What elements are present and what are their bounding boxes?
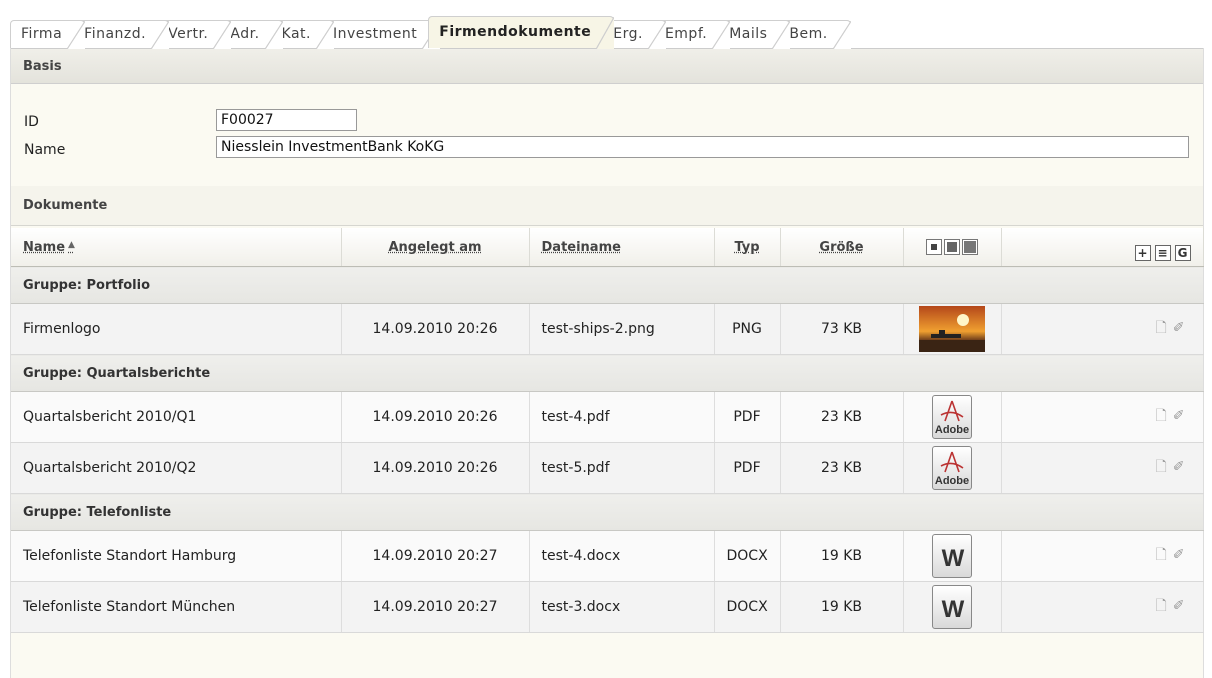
basis-section-header: Basis — [11, 48, 1203, 84]
document-icon[interactable]: 🗋 — [1156, 320, 1173, 336]
edit-pen-icon[interactable]: ✐ — [1173, 320, 1191, 336]
documents-panel: Basis ID Name Dokumente Name▲ Angelegt a… — [10, 48, 1204, 678]
sort-ascending-icon: ▲ — [68, 239, 75, 250]
document-icon[interactable]: 🗋 — [1156, 459, 1173, 475]
add-plus-icon[interactable]: + — [1134, 244, 1151, 261]
cell-filename: test-4.docx — [529, 530, 715, 582]
cell-actions: 🗋✐ — [1001, 530, 1204, 582]
cell-name: Telefonliste Standort München — [11, 581, 342, 633]
document-icon[interactable]: 🗋 — [1156, 598, 1173, 614]
table-row[interactable]: Telefonliste Standort Hamburg 14.09.2010 … — [11, 530, 1204, 582]
document-icon[interactable]: 🗋 — [1156, 408, 1173, 424]
cell-type: PNG — [714, 303, 781, 355]
name-field[interactable] — [216, 136, 1189, 158]
cell-filename: test-5.pdf — [529, 442, 715, 494]
cell-type: DOCX — [714, 581, 781, 633]
cell-name: Firmenlogo — [11, 303, 342, 355]
column-header-type[interactable]: Typ — [714, 228, 781, 267]
word-icon-text: W — [941, 596, 965, 623]
column-header-size[interactable]: Größe — [780, 228, 904, 267]
cell-filename: test-ships-2.png — [529, 303, 715, 355]
cell-size: 23 KB — [780, 442, 904, 494]
cell-size: 73 KB — [780, 303, 904, 355]
column-header-preview — [903, 228, 1002, 267]
column-header-actions: + ≡ G — [1001, 228, 1204, 267]
documents-table-body: Gruppe: Portfolio Firmenlogo 14.09.2010 20… — [11, 266, 1204, 633]
cell-actions: 🗋✐ — [1001, 581, 1204, 633]
tab-bar: Firma Finanzd. Vertr. Adr. Kat. Investment Fir… — [0, 0, 1212, 49]
header-tools: + ≡ G — [1134, 244, 1191, 261]
column-header-name[interactable]: Name ▲ — [11, 228, 342, 267]
adobe-icon-text: Adobe — [934, 424, 970, 436]
edit-pen-icon[interactable]: ✐ — [1173, 547, 1191, 563]
table-row[interactable]: Quartalsbericht 2010/Q1 14.09.2010 20:26 t… — [11, 391, 1204, 443]
group-label: Gruppe: Quartalsberichte — [11, 354, 1203, 392]
tab-finanzd[interactable]: Finanzd. — [73, 20, 170, 49]
cell-created: 14.09.2010 20:26 — [341, 391, 530, 443]
cell-preview — [903, 303, 1002, 355]
word-icon-text: W — [941, 545, 965, 572]
edit-pen-icon[interactable]: ✐ — [1173, 408, 1191, 424]
cell-size: 19 KB — [780, 581, 904, 633]
table-row[interactable]: Telefonliste Standort München 14.09.2010 … — [11, 581, 1204, 633]
documents-table: Name ▲ Angelegt am Dateiname Typ Größe + … — [11, 228, 1204, 633]
cell-size: 19 KB — [780, 530, 904, 582]
group-row[interactable]: Gruppe: Portfolio — [11, 266, 1203, 304]
cell-preview: W — [903, 530, 1002, 582]
adobe-icon-text: Adobe — [934, 475, 970, 487]
column-header-name-label: Name — [23, 239, 66, 255]
tab-strip: Firma Finanzd. Vertr. Adr. Kat. Investment Fir… — [10, 16, 852, 49]
tab-firmendokumente[interactable]: Firmendokumente — [428, 16, 615, 49]
cell-type: PDF — [714, 442, 781, 494]
edit-pen-icon[interactable]: ✐ — [1173, 598, 1191, 614]
medium-thumbnail-icon[interactable] — [944, 239, 960, 255]
group-row[interactable]: Gruppe: Telefonliste — [11, 493, 1203, 531]
cell-preview: Adobe — [903, 391, 1002, 443]
group-label: Gruppe: Telefonliste — [11, 493, 1203, 531]
column-header-filename[interactable]: Dateiname — [529, 228, 715, 267]
document-icon[interactable]: 🗋 — [1156, 547, 1173, 563]
cell-actions: 🗋✐ — [1001, 391, 1204, 443]
edit-pen-icon[interactable]: ✐ — [1173, 459, 1191, 475]
group-label: Gruppe: Portfolio — [11, 266, 1203, 304]
cell-size: 23 KB — [780, 391, 904, 443]
cell-name: Quartalsbericht 2010/Q1 — [11, 391, 342, 443]
id-field[interactable] — [216, 109, 357, 131]
cell-type: PDF — [714, 391, 781, 443]
table-row[interactable]: Firmenlogo 14.09.2010 20:26 test-ships-2.p… — [11, 303, 1204, 355]
cell-preview: Adobe — [903, 442, 1002, 494]
word-doc-icon[interactable]: W — [932, 534, 972, 578]
cell-preview: W — [903, 581, 1002, 633]
cell-filename: test-4.pdf — [529, 391, 715, 443]
thumbnail-size-switcher — [926, 239, 978, 255]
cell-created: 14.09.2010 20:26 — [341, 442, 530, 494]
list-view-icon[interactable]: ≡ — [1154, 244, 1171, 261]
table-row[interactable]: Quartalsbericht 2010/Q2 14.09.2010 20:26 t… — [11, 442, 1204, 494]
tab-firma[interactable]: Firma — [10, 20, 86, 49]
ships-image-thumbnail[interactable] — [919, 306, 985, 352]
cell-type: DOCX — [714, 530, 781, 582]
id-label: ID — [24, 114, 39, 130]
small-thumbnail-icon[interactable] — [926, 239, 942, 255]
table-header-row: Name ▲ Angelegt am Dateiname Typ Größe + … — [11, 228, 1204, 267]
adobe-pdf-icon[interactable]: Adobe — [932, 446, 972, 490]
name-label: Name — [24, 142, 66, 158]
word-doc-icon[interactable]: W — [932, 585, 972, 629]
cell-actions: 🗋✐ — [1001, 442, 1204, 494]
cell-actions: 🗋✐ — [1001, 303, 1204, 355]
group-g-icon[interactable]: G — [1174, 244, 1191, 261]
column-header-created[interactable]: Angelegt am — [341, 228, 530, 267]
cell-created: 14.09.2010 20:27 — [341, 530, 530, 582]
cell-name: Quartalsbericht 2010/Q2 — [11, 442, 342, 494]
adobe-pdf-icon[interactable]: Adobe — [932, 395, 972, 439]
cell-created: 14.09.2010 20:26 — [341, 303, 530, 355]
large-thumbnail-icon[interactable] — [962, 239, 978, 255]
tab-investment[interactable]: Investment — [321, 20, 441, 49]
cell-filename: test-3.docx — [529, 581, 715, 633]
cell-created: 14.09.2010 20:27 — [341, 581, 530, 633]
cell-name: Telefonliste Standort Hamburg — [11, 530, 342, 582]
documents-section-header: Dokumente — [11, 186, 1203, 226]
group-row[interactable]: Gruppe: Quartalsberichte — [11, 354, 1203, 392]
